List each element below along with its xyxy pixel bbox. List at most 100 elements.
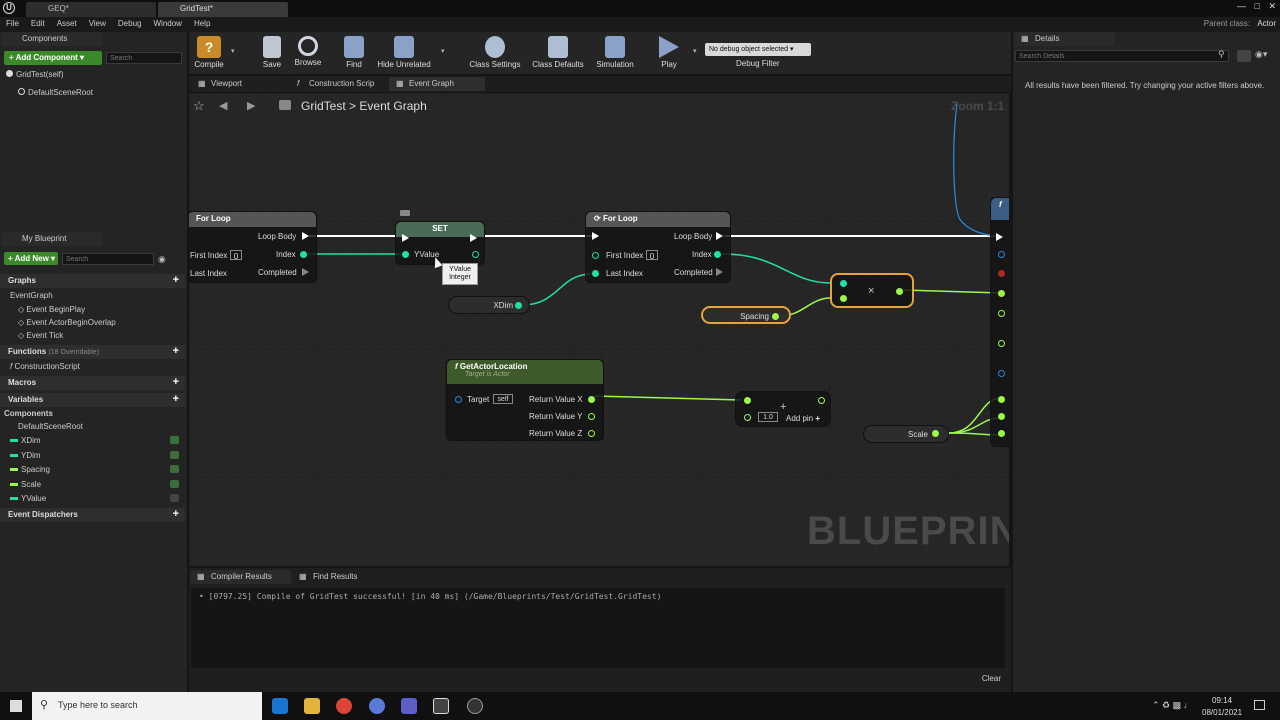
- variable-visibility-icon[interactable]: [170, 436, 179, 444]
- add-new-button[interactable]: + Add New ▾: [4, 252, 58, 265]
- browse-button[interactable]: Browse: [291, 32, 325, 74]
- offscreen-in-pin[interactable]: [998, 370, 1005, 377]
- back-arrow-icon[interactable]: ◀: [219, 99, 227, 112]
- completed-exec-pin[interactable]: [302, 268, 309, 276]
- variable-default-scene-root[interactable]: DefaultSceneRoot: [18, 422, 83, 431]
- compile-options-icon[interactable]: ▾: [231, 47, 235, 55]
- variable-visibility-icon[interactable]: [170, 451, 179, 459]
- variable-spacing[interactable]: Spacing: [10, 465, 50, 474]
- graph-item-tick[interactable]: ◇ Event Tick: [18, 331, 63, 340]
- details-search-input[interactable]: [1015, 50, 1229, 62]
- edge-browser-icon[interactable]: [272, 698, 288, 714]
- compile-button[interactable]: ? Compile: [191, 32, 227, 74]
- property-matrix-icon[interactable]: [1237, 50, 1251, 62]
- yvalue-in-pin[interactable]: [402, 251, 409, 258]
- menu-file[interactable]: File: [0, 17, 25, 28]
- play-options-icon[interactable]: ▾: [693, 47, 697, 55]
- details-tab[interactable]: ▦ Details: [1015, 32, 1115, 46]
- tab-viewport[interactable]: ▦ Viewport: [191, 77, 287, 91]
- menu-asset[interactable]: Asset: [51, 17, 83, 28]
- variables-components-group[interactable]: Components: [4, 409, 53, 418]
- offscreen-in-pin[interactable]: [998, 340, 1005, 347]
- event-graph-canvas[interactable]: ☆ ◀ ▶ GridTest > Event Graph Zoom 1:1 BL…: [189, 93, 1009, 566]
- component-self[interactable]: GridTest(self): [6, 70, 64, 79]
- add-graph-icon[interactable]: +: [173, 274, 179, 286]
- variables-section-header[interactable]: Variables +: [0, 393, 185, 407]
- return-z-out-pin[interactable]: [588, 430, 595, 437]
- add-variable-icon[interactable]: +: [173, 393, 179, 405]
- offscreen-in-pin[interactable]: [998, 430, 1005, 437]
- add-component-button[interactable]: + Add Component ▾: [4, 51, 102, 65]
- spacing-out-pin[interactable]: [772, 313, 779, 320]
- offscreen-exec-in-pin[interactable]: [996, 233, 1003, 241]
- breadcrumb-leaf[interactable]: Event Graph: [359, 99, 426, 113]
- menu-window[interactable]: Window: [147, 17, 187, 28]
- chrome-browser-icon[interactable]: [336, 698, 352, 714]
- menu-debug[interactable]: Debug: [112, 17, 148, 28]
- multiply-in-a-pin[interactable]: [840, 280, 847, 287]
- minimize-icon[interactable]: —: [1237, 1, 1246, 11]
- loop-body-exec-pin[interactable]: [716, 232, 723, 240]
- hide-unrelated-options-icon[interactable]: ▾: [441, 47, 445, 55]
- maximize-icon[interactable]: □: [1255, 1, 1260, 11]
- add-in-a-pin[interactable]: [744, 397, 751, 404]
- functions-section-header[interactable]: Functions (18 Overridable) +: [0, 345, 185, 359]
- window-tab-geq[interactable]: GEQ*: [26, 2, 156, 17]
- components-search-input[interactable]: [106, 52, 182, 64]
- loop-body-exec-pin[interactable]: [302, 232, 309, 240]
- xdim-out-pin[interactable]: [515, 302, 522, 309]
- add-in-b-pin[interactable]: [744, 414, 751, 421]
- taskbar-search-box[interactable]: ⚲ Type here to search: [32, 692, 262, 720]
- offscreen-function-node[interactable]: f: [990, 197, 1009, 447]
- play-button[interactable]: Play: [651, 32, 687, 74]
- components-tab[interactable]: Components: [2, 32, 102, 46]
- scale-out-pin[interactable]: [932, 430, 939, 437]
- add-float-node[interactable]: + 1.0 Add pin +: [735, 391, 831, 427]
- variable-ydim[interactable]: YDim: [10, 451, 41, 460]
- add-dispatcher-icon[interactable]: +: [173, 508, 179, 520]
- multiply-in-b-pin[interactable]: [840, 295, 847, 302]
- eye-icon[interactable]: ◉: [158, 254, 166, 265]
- first-index-input[interactable]: 0: [646, 250, 658, 261]
- variable-visibility-icon[interactable]: [170, 480, 179, 488]
- last-index-in-pin[interactable]: [592, 270, 599, 277]
- tab-compiler-results[interactable]: ▦ Compiler Results: [191, 570, 291, 584]
- debug-object-select[interactable]: No debug object selected ▾: [705, 43, 811, 56]
- app-icon[interactable]: [369, 698, 385, 714]
- graphs-section-header[interactable]: Graphs +: [0, 274, 185, 288]
- target-in-pin[interactable]: [455, 396, 462, 403]
- set-exec-in-pin[interactable]: [402, 234, 409, 242]
- add-function-icon[interactable]: +: [173, 345, 179, 357]
- graph-item-beginplay[interactable]: ◇ Event BeginPlay: [18, 305, 85, 314]
- find-button[interactable]: Find: [337, 32, 371, 74]
- for-loop-node-1[interactable]: For Loop Loop Body First Index 0 Index L…: [189, 211, 317, 283]
- parent-class-value[interactable]: Actor: [1257, 19, 1276, 28]
- windows-start-icon[interactable]: [10, 700, 22, 712]
- class-settings-button[interactable]: Class Settings: [467, 32, 523, 74]
- file-explorer-icon[interactable]: [304, 698, 320, 714]
- add-out-pin[interactable]: [818, 397, 825, 404]
- macros-section-header[interactable]: Macros +: [0, 376, 185, 390]
- index-out-pin[interactable]: [714, 251, 721, 258]
- graph-item-beginoverlap[interactable]: ◇ Event ActorBeginOverlap: [18, 318, 116, 327]
- window-tab-gridtest[interactable]: GridTest*: [158, 2, 288, 17]
- multiply-out-pin[interactable]: [896, 288, 903, 295]
- menu-help[interactable]: Help: [188, 17, 216, 28]
- menu-edit[interactable]: Edit: [25, 17, 51, 28]
- add-macro-icon[interactable]: +: [173, 376, 179, 388]
- offscreen-in-pin[interactable]: [998, 290, 1005, 297]
- offscreen-target-pin[interactable]: [998, 251, 1005, 258]
- multiply-node[interactable]: ×: [830, 273, 914, 308]
- simulation-button[interactable]: Simulation: [593, 32, 637, 74]
- favorite-star-icon[interactable]: ☆: [193, 98, 205, 114]
- for-loop-node-2[interactable]: ⟳ For Loop Loop Body First Index 0 Index…: [585, 211, 731, 283]
- view-options-icon[interactable]: ◉▾: [1255, 49, 1267, 60]
- class-defaults-button[interactable]: Class Defaults: [529, 32, 587, 74]
- add-value-input[interactable]: 1.0: [758, 412, 778, 422]
- function-item-construction[interactable]: f ConstructionScript: [10, 362, 80, 371]
- save-button[interactable]: Save: [255, 32, 289, 74]
- tab-construction-script[interactable]: f Construction Scrip: [289, 77, 387, 91]
- offscreen-in-pin[interactable]: [998, 310, 1005, 317]
- menu-view[interactable]: View: [83, 17, 112, 28]
- graph-item-eventgraph[interactable]: EventGraph: [10, 291, 53, 300]
